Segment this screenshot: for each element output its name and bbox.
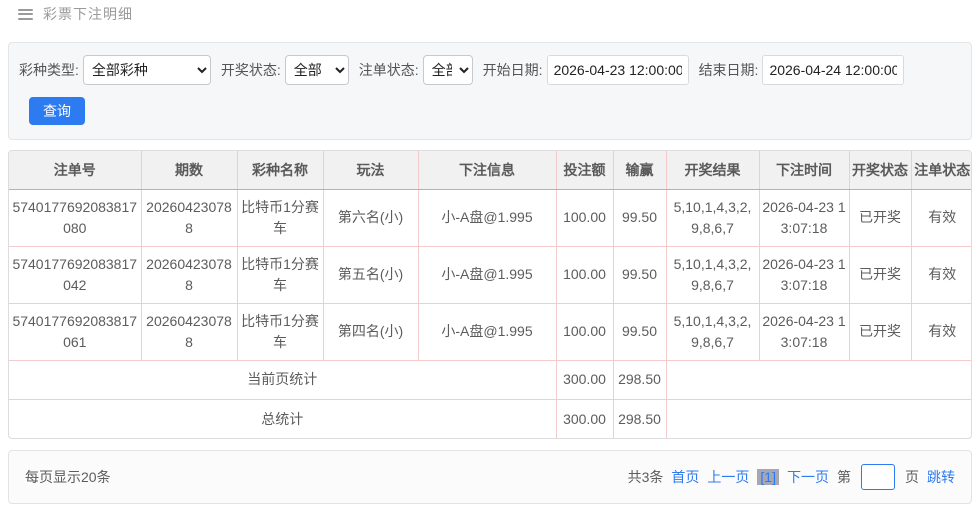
cell-period: 202604230788 — [141, 189, 237, 246]
cell-bet-time: 2026-04-23 13:07:18 — [759, 246, 849, 303]
cell-order-id: 5740177692083817061 — [9, 303, 141, 360]
col-bet-amount: 投注额 — [556, 151, 613, 189]
cell-period: 202604230788 — [141, 246, 237, 303]
cell-bet-info: 小-A盘@1.995 — [418, 246, 556, 303]
cell-draw-status: 已开奖 — [849, 303, 911, 360]
jump-prefix-label: 第 — [837, 467, 851, 487]
draw-status-label: 开奖状态: — [221, 60, 281, 80]
page-summary-row: 当前页统计 300.00 298.50 — [9, 360, 972, 399]
cell-bet-time: 2026-04-23 13:07:18 — [759, 189, 849, 246]
order-status-label: 注单状态: — [359, 60, 419, 80]
start-date-label: 开始日期: — [483, 60, 543, 80]
table-header-row: 注单号 期数 彩种名称 玩法 下注信息 投注额 输赢 开奖结果 下注时间 开奖状… — [9, 151, 972, 189]
hamburger-icon[interactable] — [18, 9, 33, 20]
search-button[interactable]: 查询 — [29, 97, 85, 125]
bet-table-panel: 注单号 期数 彩种名称 玩法 下注信息 投注额 输赢 开奖结果 下注时间 开奖状… — [8, 150, 972, 439]
pagination-panel: 每页显示20条 共3条 首页 上一页 [1] 下一页 第 页 跳转 — [8, 450, 972, 504]
page-summary-label: 当前页统计 — [9, 360, 556, 399]
page-title: 彩票下注明细 — [43, 4, 133, 24]
col-play: 玩法 — [323, 151, 418, 189]
cell-play: 第五名(小) — [323, 246, 418, 303]
col-draw-status: 开奖状态 — [849, 151, 911, 189]
cell-order-status: 有效 — [911, 246, 972, 303]
jump-suffix-label: 页 — [905, 467, 919, 487]
cell-win-loss: 99.50 — [613, 303, 666, 360]
col-draw-result: 开奖结果 — [666, 151, 759, 189]
cell-order-id: 5740177692083817042 — [9, 246, 141, 303]
cell-draw-result: 5,10,1,4,3,2,9,8,6,7 — [666, 189, 759, 246]
table-row: 5740177692083817061 202604230788 比特币1分赛车… — [9, 303, 972, 360]
cell-win-loss: 99.50 — [613, 246, 666, 303]
cell-lottery-name: 比特币1分赛车 — [237, 303, 323, 360]
total-summary-empty — [666, 399, 972, 438]
table-row: 5740177692083817080 202604230788 比特币1分赛车… — [9, 189, 972, 246]
cell-win-loss: 99.50 — [613, 189, 666, 246]
total-count-text: 共3条 — [628, 467, 664, 487]
col-period: 期数 — [141, 151, 237, 189]
lottery-type-select[interactable]: 全部彩种 — [83, 55, 211, 85]
cell-draw-result: 5,10,1,4,3,2,9,8,6,7 — [666, 303, 759, 360]
cell-bet-amount: 100.00 — [556, 246, 613, 303]
col-bet-time: 下注时间 — [759, 151, 849, 189]
prev-page-link[interactable]: 上一页 — [707, 467, 749, 487]
page-summary-bet-total: 300.00 — [556, 360, 613, 399]
first-page-link[interactable]: 首页 — [671, 467, 699, 487]
bet-table: 注单号 期数 彩种名称 玩法 下注信息 投注额 输赢 开奖结果 下注时间 开奖状… — [9, 151, 972, 438]
current-page-indicator: [1] — [757, 469, 779, 485]
cell-lottery-name: 比特币1分赛车 — [237, 246, 323, 303]
cell-draw-status: 已开奖 — [849, 189, 911, 246]
draw-status-select[interactable]: 全部 — [285, 55, 349, 85]
start-date-input[interactable] — [547, 55, 689, 85]
cell-order-status: 有效 — [911, 303, 972, 360]
jump-link[interactable]: 跳转 — [927, 467, 955, 487]
next-page-link[interactable]: 下一页 — [787, 467, 829, 487]
lottery-type-label: 彩种类型: — [19, 60, 79, 80]
page-size-text: 每页显示20条 — [25, 467, 111, 487]
top-bar: 彩票下注明细 — [0, 0, 980, 26]
page-summary-win-total: 298.50 — [613, 360, 666, 399]
page-jump-input[interactable] — [861, 464, 895, 490]
col-bet-info: 下注信息 — [418, 151, 556, 189]
table-row: 5740177692083817042 202604230788 比特币1分赛车… — [9, 246, 972, 303]
cell-bet-info: 小-A盘@1.995 — [418, 303, 556, 360]
cell-order-status: 有效 — [911, 189, 972, 246]
end-date-label: 结束日期: — [699, 60, 759, 80]
cell-period: 202604230788 — [141, 303, 237, 360]
total-summary-bet-total: 300.00 — [556, 399, 613, 438]
total-summary-label: 总统计 — [9, 399, 556, 438]
filter-panel: 彩种类型: 全部彩种 开奖状态: 全部 注单状态: 全部 开始日期: 结束日期:… — [8, 42, 972, 140]
page-summary-empty — [666, 360, 972, 399]
cell-play: 第六名(小) — [323, 189, 418, 246]
order-status-select[interactable]: 全部 — [423, 55, 473, 85]
cell-bet-amount: 100.00 — [556, 189, 613, 246]
cell-draw-status: 已开奖 — [849, 246, 911, 303]
cell-draw-result: 5,10,1,4,3,2,9,8,6,7 — [666, 246, 759, 303]
cell-lottery-name: 比特币1分赛车 — [237, 189, 323, 246]
col-order-id: 注单号 — [9, 151, 141, 189]
cell-bet-info: 小-A盘@1.995 — [418, 189, 556, 246]
pagination: 共3条 首页 上一页 [1] 下一页 第 页 跳转 — [628, 464, 955, 490]
col-lottery-name: 彩种名称 — [237, 151, 323, 189]
cell-play: 第四名(小) — [323, 303, 418, 360]
cell-order-id: 5740177692083817080 — [9, 189, 141, 246]
col-win-loss: 输赢 — [613, 151, 666, 189]
end-date-input[interactable] — [762, 55, 904, 85]
cell-bet-time: 2026-04-23 13:07:18 — [759, 303, 849, 360]
cell-bet-amount: 100.00 — [556, 303, 613, 360]
total-summary-row: 总统计 300.00 298.50 — [9, 399, 972, 438]
col-order-status: 注单状态 — [911, 151, 972, 189]
total-summary-win-total: 298.50 — [613, 399, 666, 438]
